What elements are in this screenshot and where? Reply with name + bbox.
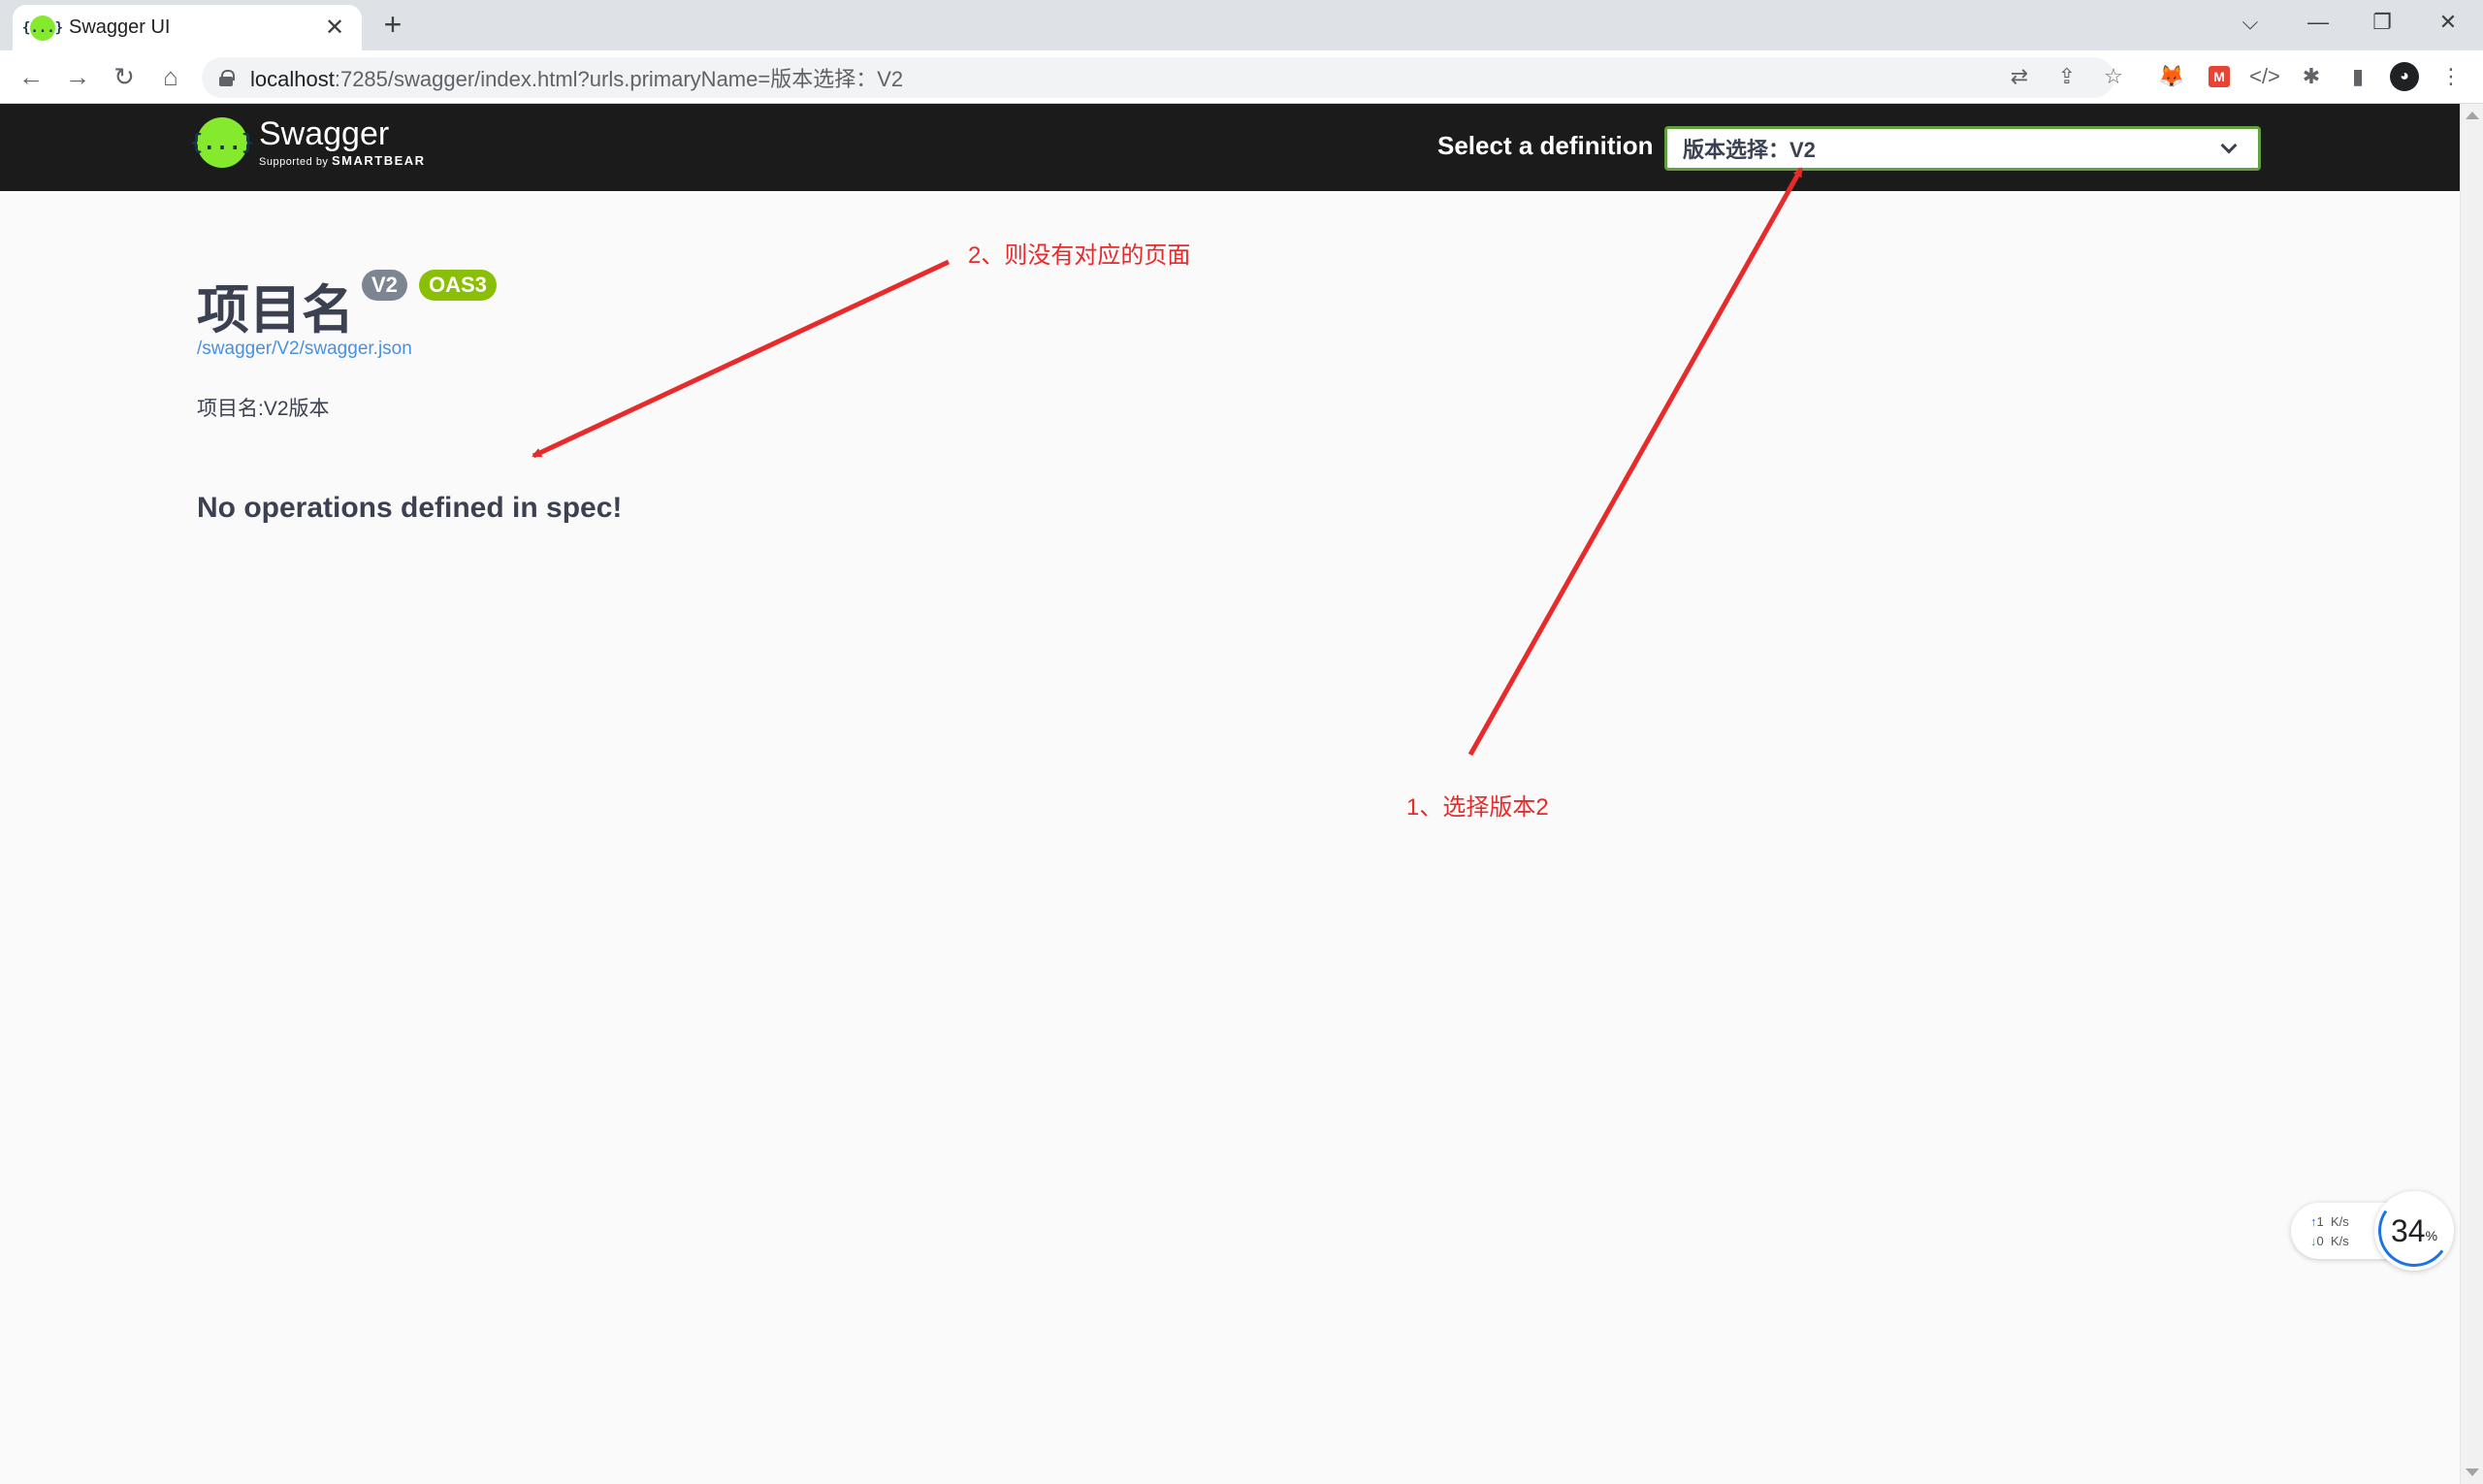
logo-sub-prefix: Supported by xyxy=(259,156,329,168)
share-icon[interactable]: ⇪ xyxy=(2050,60,2083,93)
forward-icon[interactable]: → xyxy=(60,59,95,94)
download-speed: ↓0 K/s xyxy=(2310,1234,2349,1248)
annotation-arrow-2 xyxy=(532,259,951,459)
swagger-logo-text: Swagger Supported by SMARTBEAR xyxy=(259,117,426,168)
browser-tab-bar: {...} Swagger UI ✕ + ⌵ — ❐ ✕ xyxy=(0,0,2483,50)
translate-icon[interactable]: ⇄ xyxy=(2003,60,2036,93)
annotation-note-2: 2、则没有对应的页面 xyxy=(968,242,1191,269)
restore-icon[interactable]: ❐ xyxy=(2363,6,2402,39)
api-title: 项目名 xyxy=(197,281,354,339)
tab-title: Swagger UI xyxy=(69,16,171,38)
upload-unit: K/s xyxy=(2330,1214,2349,1229)
bookmark-star-icon[interactable]: ☆ xyxy=(2097,60,2130,93)
swagger-logo[interactable]: {...} Swagger Supported by SMARTBEAR xyxy=(190,117,426,168)
definition-select[interactable]: 版本选择：V2 xyxy=(1664,126,2261,171)
swagger-logo-sub: Supported by SMARTBEAR xyxy=(259,154,426,168)
devtools-extension-icon[interactable]: </> xyxy=(2248,60,2281,93)
oas-badge: OAS3 xyxy=(419,270,497,301)
browser-menu-icon[interactable]: ⋮ xyxy=(2435,60,2467,93)
upload-value: 1 xyxy=(2316,1214,2324,1229)
new-tab-button[interactable]: + xyxy=(376,9,409,42)
download-value: 0 xyxy=(2316,1234,2324,1248)
page-scrollbar[interactable] xyxy=(2460,104,2483,1484)
swagger-favicon-icon: {...} xyxy=(22,15,63,41)
swagger-logo-icon: {...} xyxy=(190,117,254,168)
address-bar[interactable]: localhost:7285/swagger/index.html?urls.p… xyxy=(202,57,2114,98)
tab-search-icon[interactable]: ⌵ xyxy=(2231,6,2270,39)
scroll-up-arrow-icon[interactable] xyxy=(2466,112,2479,119)
side-panel-icon[interactable]: ▮ xyxy=(2341,60,2374,93)
annotation-note-1: 1、选择版本2 xyxy=(1406,794,1549,821)
tab-close-icon[interactable]: ✕ xyxy=(321,14,348,42)
cpu-ring-icon xyxy=(2372,1189,2456,1273)
minimize-icon[interactable]: — xyxy=(2299,6,2338,39)
profile-avatar-icon[interactable]: ◕ xyxy=(2390,62,2419,91)
url-host: localhost xyxy=(250,67,335,91)
swagger-topbar: {...} Swagger Supported by SMARTBEAR Sel… xyxy=(0,104,2460,191)
api-description: 项目名:V2版本 xyxy=(197,398,330,420)
back-icon[interactable]: ← xyxy=(14,59,48,94)
annotation-arrows xyxy=(532,167,1804,757)
spec-json-link[interactable]: /swagger/V2/swagger.json xyxy=(197,339,412,360)
cpu-usage-gauge[interactable]: 34% xyxy=(2372,1189,2456,1273)
extensions-puzzle-icon[interactable]: ✱ xyxy=(2295,60,2328,93)
url-text: localhost:7285/swagger/index.html?urls.p… xyxy=(250,62,903,93)
upload-speed: ↑1 K/s xyxy=(2310,1214,2349,1229)
url-path: :7285/swagger/index.html?urls.primaryNam… xyxy=(334,67,904,91)
logo-sub-brand: SMARTBEAR xyxy=(332,153,426,168)
close-window-icon[interactable]: ✕ xyxy=(2429,6,2467,39)
swagger-logo-name: Swagger xyxy=(259,115,390,152)
scroll-down-arrow-icon[interactable] xyxy=(2466,1468,2479,1476)
m-extension-icon[interactable]: M xyxy=(2209,66,2230,87)
lock-icon[interactable] xyxy=(219,70,235,86)
select-definition-label: Select a definition xyxy=(1437,131,1654,160)
version-badge: V2 xyxy=(362,270,407,301)
home-icon[interactable]: ⌂ xyxy=(153,59,188,94)
annotation-arrow-1 xyxy=(1467,167,1804,757)
no-operations-message: No operations defined in spec! xyxy=(197,492,623,524)
definition-select-value: 版本选择：V2 xyxy=(1683,138,1816,162)
chevron-down-icon xyxy=(2220,137,2238,154)
download-unit: K/s xyxy=(2330,1234,2349,1248)
reload-icon[interactable]: ↻ xyxy=(107,59,142,94)
metamask-extension-icon[interactable]: 🦊 xyxy=(2155,60,2188,93)
browser-tab[interactable]: {...} Swagger UI ✕ xyxy=(13,5,362,50)
